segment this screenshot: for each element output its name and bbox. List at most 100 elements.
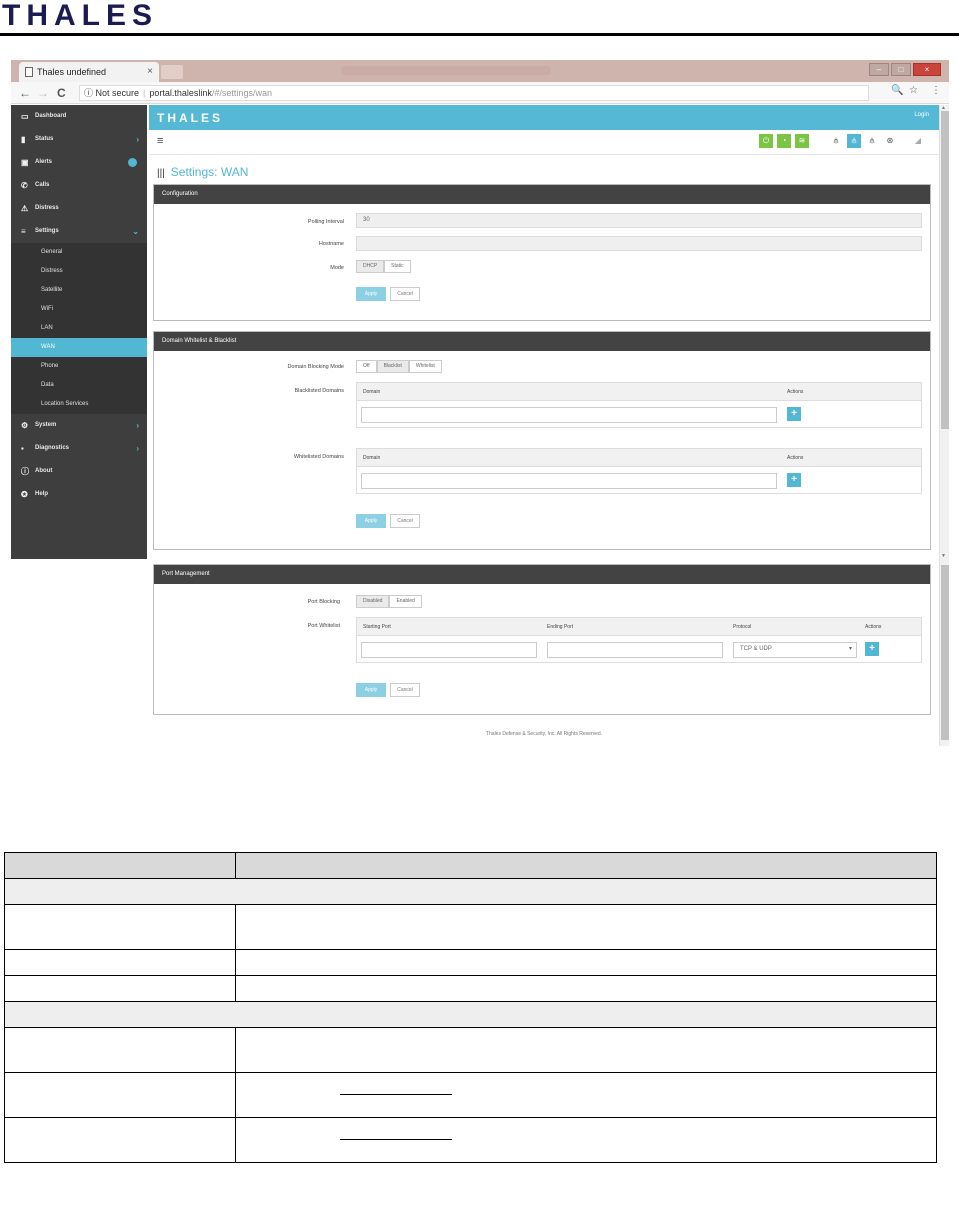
sidebar-item-calls[interactable]: ✆ Calls [11, 174, 147, 197]
network-alt-icon[interactable]: ⫛ [865, 134, 879, 148]
table-header-row [4, 852, 937, 879]
phone-icon: ✆ [21, 181, 28, 190]
scroll-thumb-lower[interactable] [941, 565, 949, 740]
sidebar-item-about[interactable]: ⓘ About [11, 460, 147, 483]
maximize-button[interactable]: □ [891, 63, 911, 76]
hamburger-menu-icon[interactable]: ≡ [157, 135, 163, 147]
ending-port-input[interactable] [547, 642, 723, 658]
sidebar-subitem-lan[interactable]: LAN [11, 319, 147, 338]
sidebar-item-settings[interactable]: ≡ Settings ⌄ [11, 220, 147, 243]
mode-toggle: DHCP Static [356, 260, 411, 273]
table-row [4, 1027, 937, 1073]
sidebar-subitem-phone[interactable]: Phone [11, 357, 147, 376]
scroll-down-icon[interactable]: ▼ [941, 553, 946, 559]
mode-dhcp-button[interactable]: DHCP [356, 260, 385, 273]
network-icon[interactable]: ⫛ [829, 134, 843, 148]
browser-tab[interactable]: Thales undefined × [19, 62, 159, 82]
protocol-select[interactable]: TCP & UDP ▾ [733, 642, 857, 658]
app-toolbar: ≡ ⏻ ◔ ≋ ⫛ ⫛ ⫛ ⊛ ◢ [149, 130, 939, 155]
whitelist-domain-input[interactable] [361, 473, 777, 489]
blocking-blacklist-button[interactable]: Blacklist [376, 360, 409, 373]
new-tab-button[interactable] [161, 65, 183, 79]
port-add-button[interactable]: + [865, 642, 879, 656]
port-cancel-button[interactable]: Cancel [390, 683, 420, 697]
sidebar-subitem-wan[interactable]: WAN [11, 338, 147, 357]
sidebar-item-dashboard[interactable]: ▭ Dashboard [11, 105, 147, 128]
security-indicator[interactable]: ⓘ Not secure [84, 88, 139, 98]
blacklist-add-button[interactable]: + [787, 407, 801, 421]
bookmark-star-icon[interactable]: ☆ [909, 85, 918, 96]
whitelist-table: Domain Actions + [356, 448, 922, 494]
configuration-cancel-button[interactable]: Cancel [390, 287, 420, 301]
globe-icon[interactable]: ⊛ [883, 134, 897, 148]
browser-menu-icon[interactable]: ⋮ [931, 85, 941, 96]
wifi-icon[interactable]: ≋ [795, 134, 809, 148]
rss-icon[interactable]: ◔ [777, 134, 791, 148]
page-icon [25, 67, 33, 77]
scroll-thumb[interactable] [941, 111, 949, 429]
mode-static-button[interactable]: Static [384, 260, 411, 273]
lifebuoy-icon: ✪ [21, 490, 28, 499]
sidebar-item-distress[interactable]: ⚠ Distress [11, 197, 147, 220]
blacklisted-domains-label: Blacklisted Domains [294, 388, 344, 394]
domain-cancel-button[interactable]: Cancel [390, 514, 420, 528]
domain-blocking-mode-label: Domain Blocking Mode [287, 364, 344, 370]
minimize-button[interactable]: – [869, 63, 889, 76]
power-icon[interactable]: ⏻ [759, 134, 773, 148]
reload-icon[interactable]: C [57, 85, 66, 101]
page-scrollbar[interactable]: ▲ ▼ [939, 105, 949, 746]
sidebar-item-alerts[interactable]: ▣ Alerts [11, 151, 147, 174]
blacklist-domain-input[interactable] [361, 407, 777, 423]
blacklist-table-header: Domain Actions [357, 383, 921, 401]
col-actions: Actions [865, 624, 882, 630]
sidebar-subitem-satellite[interactable]: Satellite [11, 281, 147, 300]
table-row [4, 1117, 937, 1163]
sidebar-item-diagnostics[interactable]: ▪ Diagnostics › [11, 437, 147, 460]
tab-close-icon[interactable]: × [147, 62, 153, 82]
sliders-icon: ||| [157, 168, 165, 179]
port-blocking-enabled-button[interactable]: Enabled [389, 595, 422, 608]
url-input[interactable]: ⓘ Not secure | portal.thaleslink/#/setting… [79, 85, 869, 101]
mode-label: Mode [330, 265, 344, 271]
back-arrow-icon[interactable]: ← [19, 85, 31, 101]
close-window-button[interactable]: × [913, 63, 941, 76]
sidebar-subitem-general[interactable]: General [11, 243, 147, 262]
signal-icon[interactable]: ◢ [911, 134, 925, 148]
sidebar-subitem-wifi[interactable]: WiFi [11, 300, 147, 319]
sidebar-subitem-data[interactable]: Data [11, 376, 147, 395]
sidebar-item-label: Settings [35, 228, 59, 234]
address-bar-row: ← → C ⓘ Not secure | portal.thaleslink/#/s… [11, 82, 949, 104]
domain-apply-button[interactable]: Apply [356, 514, 386, 528]
col-ending-port: Ending Port [547, 624, 574, 630]
table-row [4, 975, 937, 1002]
blocking-whitelist-button[interactable]: Whitelist [408, 360, 442, 373]
sidebar-item-help[interactable]: ✪ Help [11, 483, 147, 506]
url-path: /#/settings/wan [211, 88, 272, 98]
sidebar-subitem-location-services[interactable]: Location Services [11, 395, 147, 414]
document-table [4, 852, 937, 1163]
polling-interval-input[interactable]: 30 [356, 213, 922, 228]
blacklist-table: Domain Actions + [356, 382, 922, 428]
warning-icon: ⚠ [21, 204, 29, 213]
configuration-apply-button[interactable]: Apply [356, 287, 386, 301]
sidebar-subitem-distress[interactable]: Distress [11, 262, 147, 281]
domain-heading: Domain Whitelist & Blacklist [154, 332, 930, 351]
toolbox-icon: ▪ [21, 444, 24, 453]
alerts-badge [128, 158, 137, 167]
tab-title: Thales undefined [37, 67, 107, 77]
sidebar-item-label: Dashboard [35, 113, 67, 119]
starting-port-input[interactable] [361, 642, 537, 658]
table-row [4, 1072, 937, 1118]
whitelist-add-button[interactable]: + [787, 473, 801, 487]
login-link[interactable]: Login [914, 112, 929, 118]
port-blocking-disabled-button[interactable]: Disabled [356, 595, 390, 608]
app-logo: THALES [157, 111, 223, 125]
zoom-icon[interactable]: 🔍 [891, 85, 903, 96]
network-active-icon[interactable]: ⫛ [847, 134, 861, 148]
port-apply-button[interactable]: Apply [356, 683, 386, 697]
blocking-off-button[interactable]: Off [356, 360, 377, 373]
sidebar-item-status[interactable]: ▮ Status › [11, 128, 147, 151]
sidebar-item-system[interactable]: ⚙ System › [11, 414, 147, 437]
forward-arrow-icon[interactable]: → [37, 85, 49, 101]
hostname-input[interactable] [356, 236, 922, 251]
